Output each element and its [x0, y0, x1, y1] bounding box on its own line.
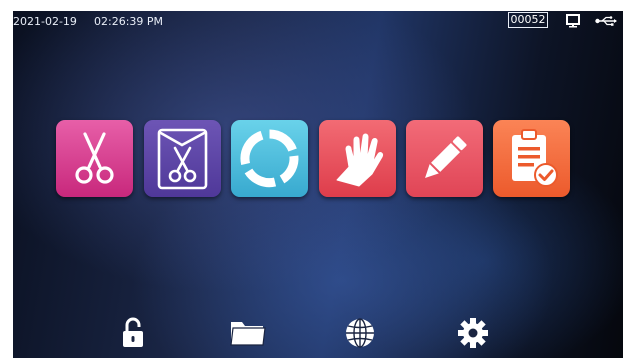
clipboard-check-icon	[512, 129, 558, 187]
edit-tile[interactable]	[406, 120, 483, 197]
usb-icon	[595, 16, 617, 29]
date-label: 2021-02-19	[13, 15, 77, 28]
cycle-counter: 00052	[508, 12, 548, 28]
cycle-ring-icon	[240, 129, 299, 188]
unlock-icon[interactable]	[121, 317, 145, 353]
instrument-tile[interactable]	[56, 120, 133, 197]
globe-icon[interactable]	[343, 317, 377, 353]
pencil-icon	[425, 136, 467, 178]
glove-tile[interactable]	[319, 120, 396, 197]
folder-icon[interactable]	[230, 317, 266, 351]
glove-icon	[336, 133, 383, 187]
settings-gear-icon[interactable]	[455, 317, 491, 353]
scissors-icon	[75, 132, 114, 184]
status-bar: 2021-02-19 02:26:39 PM 00052	[13, 11, 623, 31]
monitor-icon	[566, 14, 580, 31]
cycle-tile[interactable]	[231, 120, 308, 197]
record-tile[interactable]	[493, 120, 570, 197]
sealed-scissors-pouch-icon	[157, 128, 208, 190]
time-label: 02:26:39 PM	[94, 15, 164, 28]
main-screen: 2021-02-19 02:26:39 PM 00052	[13, 11, 623, 358]
pouch-tile[interactable]	[144, 120, 221, 197]
